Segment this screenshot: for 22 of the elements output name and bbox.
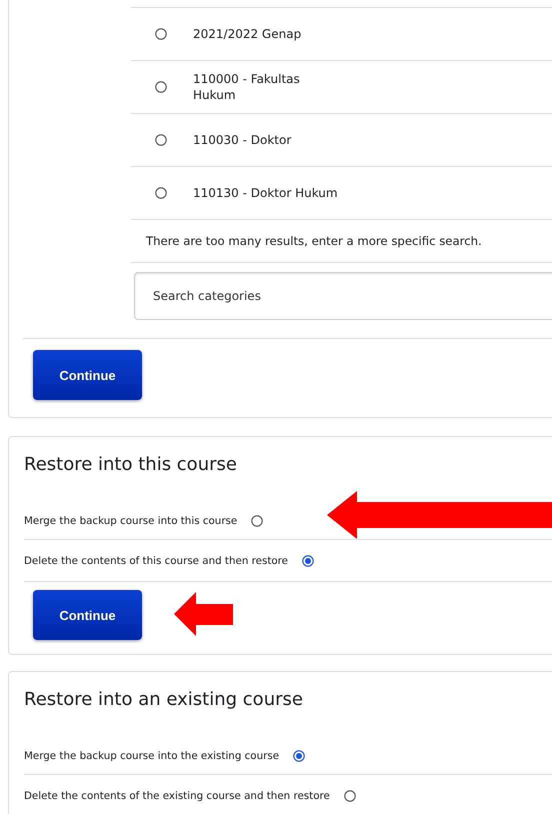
- radio-button[interactable]: [344, 790, 356, 802]
- option-label: Merge the backup course into the existing course: [24, 750, 280, 762]
- section-heading: Restore into this course: [24, 453, 238, 477]
- radio-button[interactable]: [293, 750, 306, 762]
- radio-button[interactable]: [155, 187, 167, 199]
- option-label: Delete the contents of this course and then restore: [24, 554, 288, 566]
- category-label: 110030 - Doktor: [193, 132, 292, 148]
- radio-button[interactable]: [302, 554, 314, 566]
- search-field[interactable]: Search categories: [134, 272, 552, 320]
- category-label: 110130 - Doktor Hukum: [193, 184, 338, 202]
- category-label: 2021/2022 Genap: [193, 26, 302, 42]
- results-message: There are too many results, enter a more specific search.: [146, 234, 482, 248]
- continue-button[interactable]: Continue: [33, 590, 142, 640]
- radio-button[interactable]: [155, 81, 167, 93]
- radio-button[interactable]: [251, 515, 264, 527]
- radio-button[interactable]: [155, 28, 167, 40]
- radio-button[interactable]: [155, 134, 167, 146]
- option-label: Delete the contents of the existing course and then restore: [24, 790, 330, 802]
- category-label: 110000 - Fakultas Hukum: [193, 70, 300, 104]
- section-heading: Restore into an existing course: [24, 688, 304, 712]
- option-label: Merge the backup course into this course: [24, 515, 238, 527]
- continue-button[interactable]: Continue: [33, 350, 142, 400]
